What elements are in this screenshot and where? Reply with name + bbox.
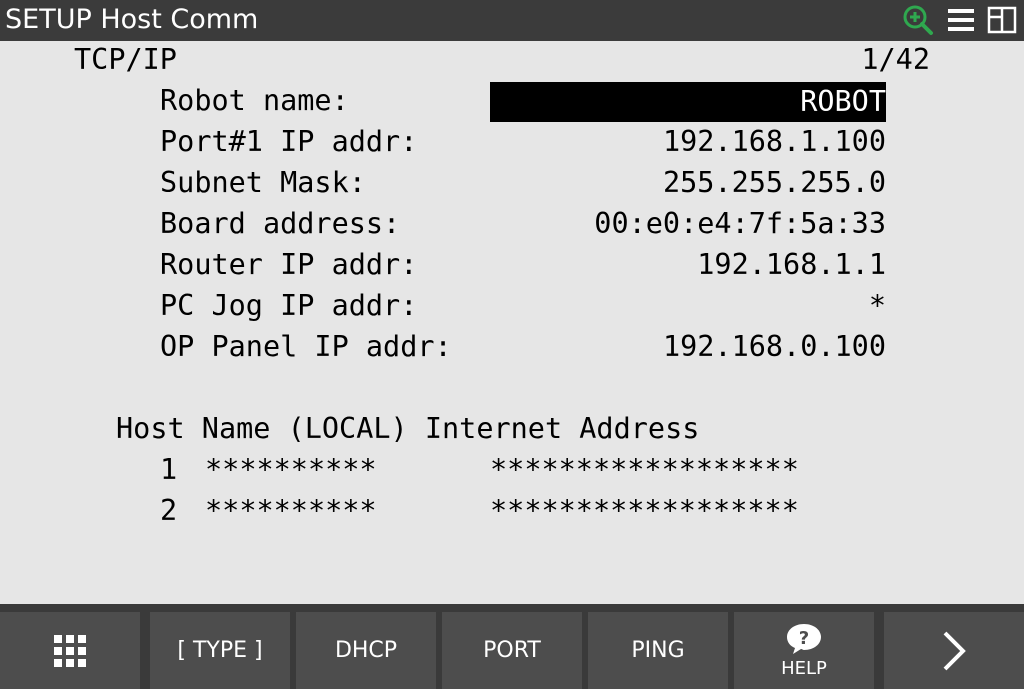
ping-button-label: PING bbox=[631, 638, 685, 663]
next-page-button[interactable] bbox=[884, 612, 1024, 689]
field-value-robot-name[interactable]: ROBOT bbox=[490, 82, 886, 122]
dhcp-button[interactable]: DHCP bbox=[296, 612, 436, 689]
field-label-op-panel-ip: OP Panel IP addr: bbox=[160, 330, 452, 363]
field-value-subnet-mask[interactable]: 255.255.255.0 bbox=[490, 166, 886, 200]
field-label-board-address: Board address: bbox=[160, 207, 401, 240]
field-label-robot-name: Robot name: bbox=[160, 84, 349, 117]
menu-icon[interactable] bbox=[945, 4, 977, 36]
help-icon: ? bbox=[787, 624, 821, 654]
type-button[interactable]: [ TYPE ] bbox=[150, 612, 290, 689]
dhcp-button-label: DHCP bbox=[334, 638, 398, 663]
field-value-port1-ip[interactable]: 192.168.1.100 bbox=[490, 125, 886, 159]
split-window-icon[interactable] bbox=[986, 4, 1018, 36]
field-value-pc-jog-ip[interactable]: * bbox=[490, 289, 886, 323]
field-value-router-ip[interactable]: 192.168.1.1 bbox=[490, 248, 886, 282]
host-row-number: 2 bbox=[160, 494, 178, 527]
type-button-label: [ TYPE ] bbox=[177, 638, 263, 663]
menu-grid-button[interactable] bbox=[0, 612, 140, 689]
field-label-router-ip: Router IP addr: bbox=[160, 248, 418, 281]
help-button-label: HELP bbox=[781, 658, 827, 679]
function-key-bar: [ TYPE ] DHCP PORT PING ? HELP bbox=[0, 612, 1024, 689]
host-row-address[interactable]: ****************** bbox=[490, 494, 799, 528]
grid-menu-icon bbox=[54, 634, 86, 667]
port-button[interactable]: PORT bbox=[442, 612, 582, 689]
title-bar: SETUP Host Comm bbox=[0, 0, 1024, 41]
field-label-port1-ip: Port#1 IP addr: bbox=[160, 125, 418, 158]
section-title: TCP/IP bbox=[74, 43, 177, 76]
field-label-subnet-mask: Subnet Mask: bbox=[160, 166, 366, 199]
ping-button[interactable]: PING bbox=[588, 612, 728, 689]
host-table-header: Host Name (LOCAL) Internet Address bbox=[116, 412, 700, 445]
help-button[interactable]: ? HELP bbox=[734, 612, 874, 689]
zoom-in-icon[interactable] bbox=[902, 4, 934, 36]
divider bbox=[0, 604, 1024, 612]
field-value-op-panel-ip[interactable]: 192.168.0.100 bbox=[490, 330, 886, 364]
port-button-label: PORT bbox=[483, 638, 541, 663]
chevron-right-icon bbox=[943, 631, 966, 670]
page-indicator: 1/42 bbox=[861, 43, 930, 76]
content-area: TCP/IP 1/42 Robot name: ROBOT Port#1 IP … bbox=[0, 41, 1024, 604]
field-label-pc-jog-ip: PC Jog IP addr: bbox=[160, 289, 418, 322]
host-row-name[interactable]: ********** bbox=[205, 494, 377, 528]
host-row-address[interactable]: ****************** bbox=[490, 453, 799, 487]
host-row-number: 1 bbox=[160, 453, 178, 486]
field-value-board-address[interactable]: 00:e0:e4:7f:5a:33 bbox=[490, 207, 886, 241]
svg-text:?: ? bbox=[799, 628, 809, 649]
window-title: SETUP Host Comm bbox=[5, 4, 259, 35]
host-row-name[interactable]: ********** bbox=[205, 453, 377, 487]
